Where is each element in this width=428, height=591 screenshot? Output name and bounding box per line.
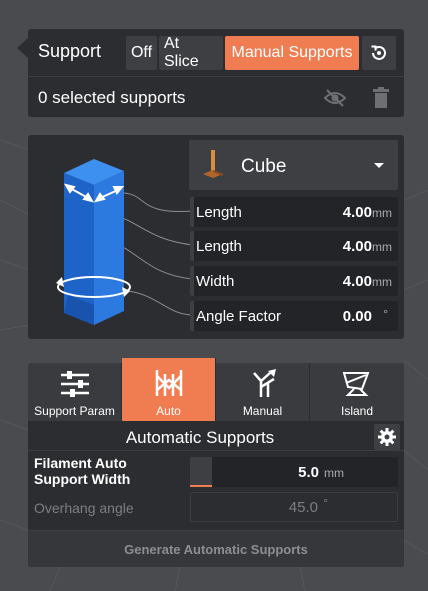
field-marker [190,231,194,261]
param-label: Length [196,238,242,255]
tab-label: Island [340,404,374,418]
length-field-1[interactable]: Length 4.00 mm [190,197,398,227]
support-mode-at-slice-button[interactable]: At Slice [159,35,223,70]
panel-pointer [17,38,28,58]
trash-icon [373,87,389,108]
param-label: Angle Factor [196,308,282,325]
support-tabs: Support Param Auto Manual Island [28,358,404,421]
angle-factor-field[interactable]: Angle Factor 0.00 ° [190,301,398,331]
island-icon [342,372,370,396]
support-mode-off-button[interactable]: Off [126,36,157,70]
support-panel: Support Off At Slice Manual Supports 0 s… [28,29,404,117]
filament-width-unit: mm [324,466,344,480]
overhang-angle-label: Overhang angle [34,500,134,516]
param-label: Length [196,204,242,221]
filament-label-line1: Filament Auto [34,455,127,471]
length-field-2[interactable]: Length 4.00 mm [190,231,398,261]
auto-section-header: Automatic Supports [28,423,404,451]
support-title: Support [38,41,102,61]
param-unit: mm [372,206,392,220]
field-marker [190,266,194,296]
tab-manual[interactable]: Manual [216,363,310,421]
reset-button[interactable] [362,36,396,70]
chevron-down-icon [374,163,384,168]
auto-settings-button[interactable] [374,424,400,450]
slider-knob[interactable] [190,457,212,487]
selection-row: 0 selected supports [28,76,404,117]
support-mode-selector: Off At Slice Manual Supports [126,35,359,70]
tab-support-param[interactable]: Support Param [28,363,122,421]
gear-icon [378,428,396,446]
tab-label: Support Param [34,404,115,418]
filament-label-line2: Support Width [34,471,131,487]
param-value: 4.00 [342,273,372,290]
filament-width-label: Filament Auto Support Width [34,455,130,487]
cube-shape-icon [203,150,223,178]
param-unit: mm [372,275,392,289]
manual-supports-icon [253,369,276,397]
field-marker [190,301,194,331]
eye-off-icon [323,89,347,107]
support-header: Support Off At Slice Manual Supports [28,29,404,74]
support-tools-panel: Support Param Auto Manual Island Automat… [28,358,404,567]
tab-auto[interactable]: Auto [122,358,216,421]
support-shape-panel: Cube Length 4.00 mm Length 4.00 mm Width… [28,135,404,339]
delete-supports-button[interactable] [364,83,398,113]
filament-width-input[interactable]: 5.0 mm [190,457,398,487]
param-value: 4.00 [342,204,372,221]
shape-dropdown[interactable]: Cube [189,140,398,190]
slider-accent [190,485,212,487]
param-value: 0.00 [342,308,372,325]
param-unit: ° [383,307,388,321]
width-field[interactable]: Width 4.00 mm [190,266,398,296]
overhang-angle-input[interactable]: 45.0 ° [190,492,398,522]
param-unit: mm [372,240,392,254]
generate-supports-button[interactable]: Generate Automatic Supports [28,530,404,567]
selected-count: 0 selected supports [38,88,186,107]
shape-dropdown-value: Cube [241,156,287,177]
param-value: 4.00 [342,238,372,255]
tab-label: Manual [242,404,283,418]
section-title: Automatic Supports [125,428,275,447]
overhang-angle-unit: ° [323,496,328,510]
filament-width-value: 5.0 [298,464,319,481]
param-label: Width [196,273,235,290]
tab-island[interactable]: Island [310,363,404,421]
tab-label: Auto [156,404,181,418]
field-marker [190,197,194,227]
hide-supports-button[interactable] [318,83,352,113]
sliders-icon [61,371,89,397]
reset-icon [371,45,386,60]
support-mode-manual-button[interactable]: Manual Supports [225,36,359,70]
auto-supports-icon [155,370,183,396]
overhang-angle-value: 45.0 [288,499,318,516]
